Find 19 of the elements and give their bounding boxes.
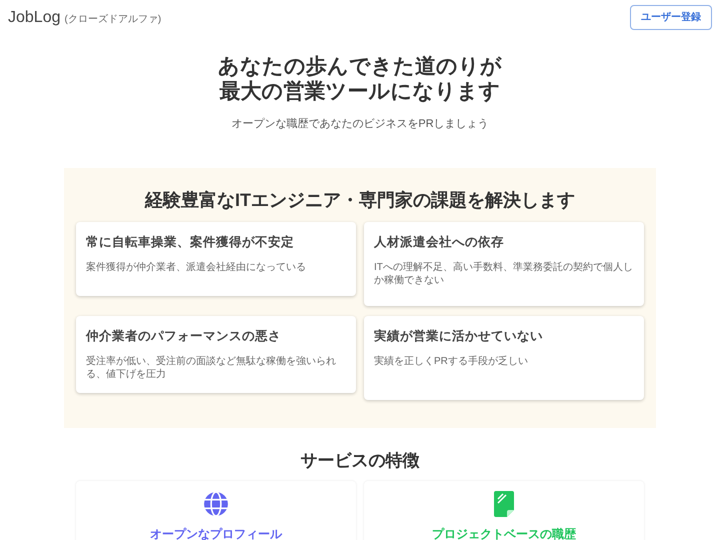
problem-text: ITへの理解不足、高い手数料、準業務委託の契約で個人しか稼働できない [374,261,634,288]
problem-text: 実績を正しくPRする手段が乏しい [374,355,529,368]
problem-title: 人材派遣会社への依存 [374,234,505,250]
feature-title: プロジェクトベースの職歴 [432,526,576,540]
document-icon [494,491,514,517]
problem-title: 仲介業者のパフォーマンスの悪さ [86,328,282,344]
problem-text: 案件獲得が仲介業者、派遣会社経由になっている [86,261,307,274]
hero-subtitle: オープンな職歴であなたのビジネスをPRしましょう [231,116,489,132]
problem-text: 受注率が低い、受注前の面談など無駄な稼働を強いられる、値下げを圧力 [86,355,337,382]
globe-icon [203,491,229,517]
signup-button[interactable]: ユーザー登録 [630,5,712,30]
alpha-label: (クローズドアルファ) [64,12,162,26]
problem-title: 実績が営業に活かせていない [374,328,544,344]
problem-title: 常に自転車操業、案件獲得が不安定 [86,234,295,250]
logo[interactable]: JobLog [8,6,60,30]
hero-title: あなたの歩んできた道のりが 最大の営業ツールになります [218,54,502,104]
problems-title: 経験豊富なITエンジニア・専門家の課題を解決します [144,188,576,212]
feature-title: オープンなプロフィール [150,526,282,540]
features-title: サービスの特徴 [300,450,420,472]
